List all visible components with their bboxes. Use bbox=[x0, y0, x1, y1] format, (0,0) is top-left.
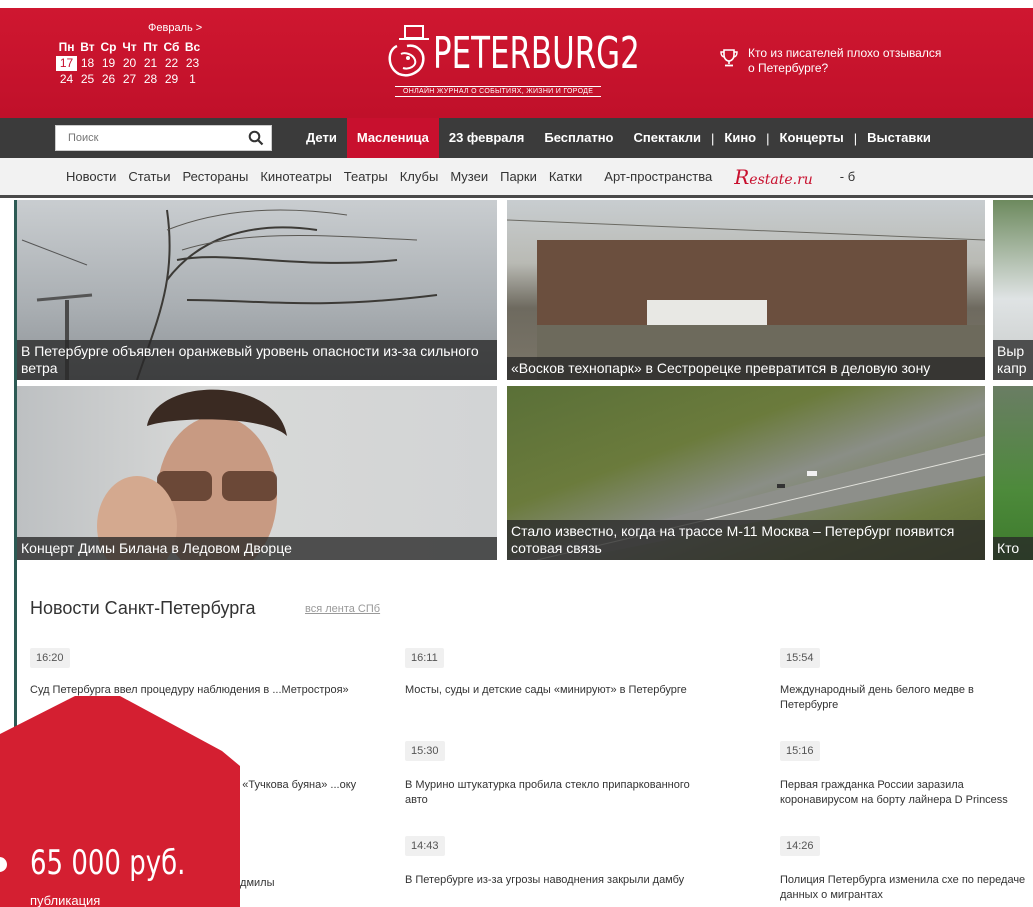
restate-suffix: - б bbox=[839, 169, 856, 184]
nav-item-plays[interactable]: Спектакли bbox=[624, 118, 712, 158]
calendar-day[interactable]: 20 bbox=[119, 56, 140, 71]
promo-link[interactable]: Кто из писателей плохо отзывался о Петер… bbox=[720, 46, 941, 76]
subnav-item-parks[interactable]: Парки bbox=[500, 169, 537, 184]
all-news-link[interactable]: вся лента СПб bbox=[305, 603, 380, 615]
news-tile[interactable]: Стало известно, когда на трассе М-11 Мос… bbox=[507, 386, 985, 560]
subnav-item-art-spaces[interactable]: Арт-пространства bbox=[604, 169, 712, 184]
promo-text: Кто из писателей плохо отзывался о Петер… bbox=[748, 46, 941, 76]
calendar-weekdays: Пн Вт Ср Чт Пт Сб Вс bbox=[56, 40, 203, 55]
subnav-item-articles[interactable]: Статьи bbox=[128, 169, 170, 184]
news-time: 15:30 bbox=[405, 741, 445, 761]
nav-item-concerts[interactable]: Концерты bbox=[770, 118, 854, 158]
calendar-day[interactable]: 26 bbox=[98, 72, 119, 87]
tile-caption: В Петербурге объявлен оранжевый уровень … bbox=[17, 340, 497, 380]
weekday: Вс bbox=[184, 40, 201, 54]
news-time: 16:20 bbox=[30, 648, 70, 668]
search-input[interactable] bbox=[56, 126, 236, 150]
main-nav: Дети Масленица 23 февраля Бесплатно Спек… bbox=[0, 118, 1033, 158]
news-tile[interactable]: В Петербурге объявлен оранжевый уровень … bbox=[17, 200, 497, 380]
weekday: Ср bbox=[100, 40, 117, 54]
calendar-week: 17 18 19 20 21 22 23 bbox=[56, 56, 203, 71]
calendar-month-link[interactable]: Февраль > bbox=[148, 22, 202, 34]
tile-caption: Выр капр bbox=[993, 340, 1033, 380]
news-tile[interactable]: Выр капр bbox=[993, 200, 1033, 380]
promo-line: Кто из писателей плохо отзывался bbox=[748, 46, 942, 60]
news-time: 14:43 bbox=[405, 836, 445, 856]
logo-tagline: ОНЛАЙН ЖУРНАЛ О СОБЫТИЯХ, ЖИЗНИ И ГОРОДЕ bbox=[395, 86, 602, 97]
news-headline[interactable]: Международный день белого медве в Петерб… bbox=[780, 683, 1033, 715]
calendar-day[interactable]: 23 bbox=[182, 56, 203, 71]
factory-building-image bbox=[507, 219, 985, 380]
news-time: 15:54 bbox=[780, 648, 820, 668]
promo-line: о Петербурге? bbox=[748, 61, 829, 75]
subnav-item-theatres[interactable]: Театры bbox=[344, 169, 388, 184]
weekday: Пн bbox=[58, 40, 75, 54]
search-icon[interactable] bbox=[248, 130, 264, 146]
search-box bbox=[55, 125, 272, 151]
trophy-icon bbox=[720, 49, 738, 67]
subnav-item-restaurants[interactable]: Рестораны bbox=[182, 169, 248, 184]
news-time: 14:26 bbox=[780, 836, 820, 856]
news-tile[interactable]: Концерт Димы Билана в Ледовом Дворце bbox=[17, 386, 497, 560]
calendar-day[interactable]: 19 bbox=[98, 56, 119, 71]
calendar-day[interactable]: 1 bbox=[182, 72, 203, 87]
news-headline[interactable]: Полиция Петербурга изменила схе по перед… bbox=[780, 873, 1033, 905]
ad-price: 65 000 руб. bbox=[30, 843, 186, 883]
calendar-day-today[interactable]: 17 bbox=[56, 56, 77, 71]
nav-item-maslenitsa[interactable]: Масленица bbox=[346, 118, 439, 158]
calendar-day[interactable]: 21 bbox=[140, 56, 161, 71]
site-header: Февраль > Пн Вт Ср Чт Пт Сб Вс 17 18 19 … bbox=[0, 8, 1033, 118]
news-headline[interactable]: Первая гражданка России заразила коронав… bbox=[780, 778, 1033, 825]
news-time: 15:16 bbox=[780, 741, 820, 761]
news-headline[interactable]: В Петербурге из-за угрозы наводнения зак… bbox=[405, 873, 705, 888]
news-tile[interactable]: «Восков технопарк» в Сестрорецке преврат… bbox=[507, 200, 985, 380]
weekday: Чт bbox=[122, 40, 137, 54]
calendar-week: 24 25 26 27 28 29 1 bbox=[56, 72, 203, 87]
calendar-day[interactable]: 25 bbox=[77, 72, 98, 87]
nav-item-free[interactable]: Бесплатно bbox=[534, 118, 623, 158]
tile-caption: Кто bbox=[993, 537, 1033, 560]
logo-mascot-icon bbox=[388, 25, 429, 77]
calendar-day[interactable]: 18 bbox=[77, 56, 98, 71]
restate-logo-letter: R bbox=[734, 164, 750, 189]
nav-item-feb23[interactable]: 23 февраля bbox=[439, 118, 535, 158]
news-headline[interactable]: ...одмилы bbox=[225, 876, 385, 891]
site-logo[interactable]: PETERBURG2 ОНЛАЙН ЖУРНАЛ О СОБЫТИЯХ, ЖИЗ… bbox=[383, 18, 640, 104]
tile-caption: Концерт Димы Билана в Ледовом Дворце bbox=[17, 537, 497, 560]
subnav-item-rinks[interactable]: Катки bbox=[549, 169, 582, 184]
subnav-item-museums[interactable]: Музеи bbox=[450, 169, 488, 184]
calendar-day[interactable]: 27 bbox=[119, 72, 140, 87]
news-section-title: Новости Санкт-Петербурга bbox=[30, 598, 256, 618]
calendar-day[interactable]: 22 bbox=[161, 56, 182, 71]
ad-banner[interactable]: 65 000 руб. публикация bbox=[0, 696, 240, 907]
nav-item-exhibitions[interactable]: Выставки bbox=[857, 118, 941, 158]
nav-menu: Дети Масленица 23 февраля Бесплатно Спек… bbox=[296, 118, 941, 158]
news-headline[interactable]: В Мурино штукатурка пробила стекло припа… bbox=[405, 778, 705, 808]
nav-item-kids[interactable]: Дети bbox=[296, 118, 347, 158]
nav-item-cinema[interactable]: Кино bbox=[714, 118, 766, 158]
news-time: 16:11 bbox=[405, 648, 444, 668]
weekday: Пт bbox=[143, 40, 158, 54]
calendar-day[interactable]: 29 bbox=[161, 72, 182, 87]
news-headline[interactable]: Мосты, суды и детские сады «минируют» в … bbox=[405, 683, 725, 698]
restate-logo-text: estate.ru bbox=[749, 171, 813, 188]
secondary-nav-menu: Новости Статьи Рестораны Кинотеатры Теат… bbox=[66, 158, 867, 195]
subnav-item-cinemas[interactable]: Кинотеатры bbox=[260, 169, 331, 184]
subnav-item-news[interactable]: Новости bbox=[66, 169, 116, 184]
tile-caption: Стало известно, когда на трассе М-11 Мос… bbox=[507, 520, 985, 560]
restate-logo-link[interactable]: Restate.ru bbox=[734, 165, 825, 189]
tile-caption: «Восков технопарк» в Сестрорецке преврат… bbox=[507, 357, 985, 380]
news-tile[interactable]: Кто bbox=[993, 386, 1033, 560]
weekday: Сб bbox=[163, 40, 180, 54]
calendar-day[interactable]: 28 bbox=[140, 72, 161, 87]
secondary-nav: Новости Статьи Рестораны Кинотеатры Теат… bbox=[0, 158, 1033, 198]
singer-portrait-image bbox=[97, 389, 287, 560]
news-headline[interactable]: ...т «Тучкова буяна» ...оку bbox=[225, 778, 385, 793]
subnav-item-clubs[interactable]: Клубы bbox=[400, 169, 439, 184]
logo-wordmark: PETERBURG2 bbox=[433, 28, 640, 79]
ad-subtitle: публикация bbox=[30, 893, 101, 907]
calendar-day[interactable]: 24 bbox=[56, 72, 77, 87]
weekday: Вт bbox=[80, 40, 95, 54]
